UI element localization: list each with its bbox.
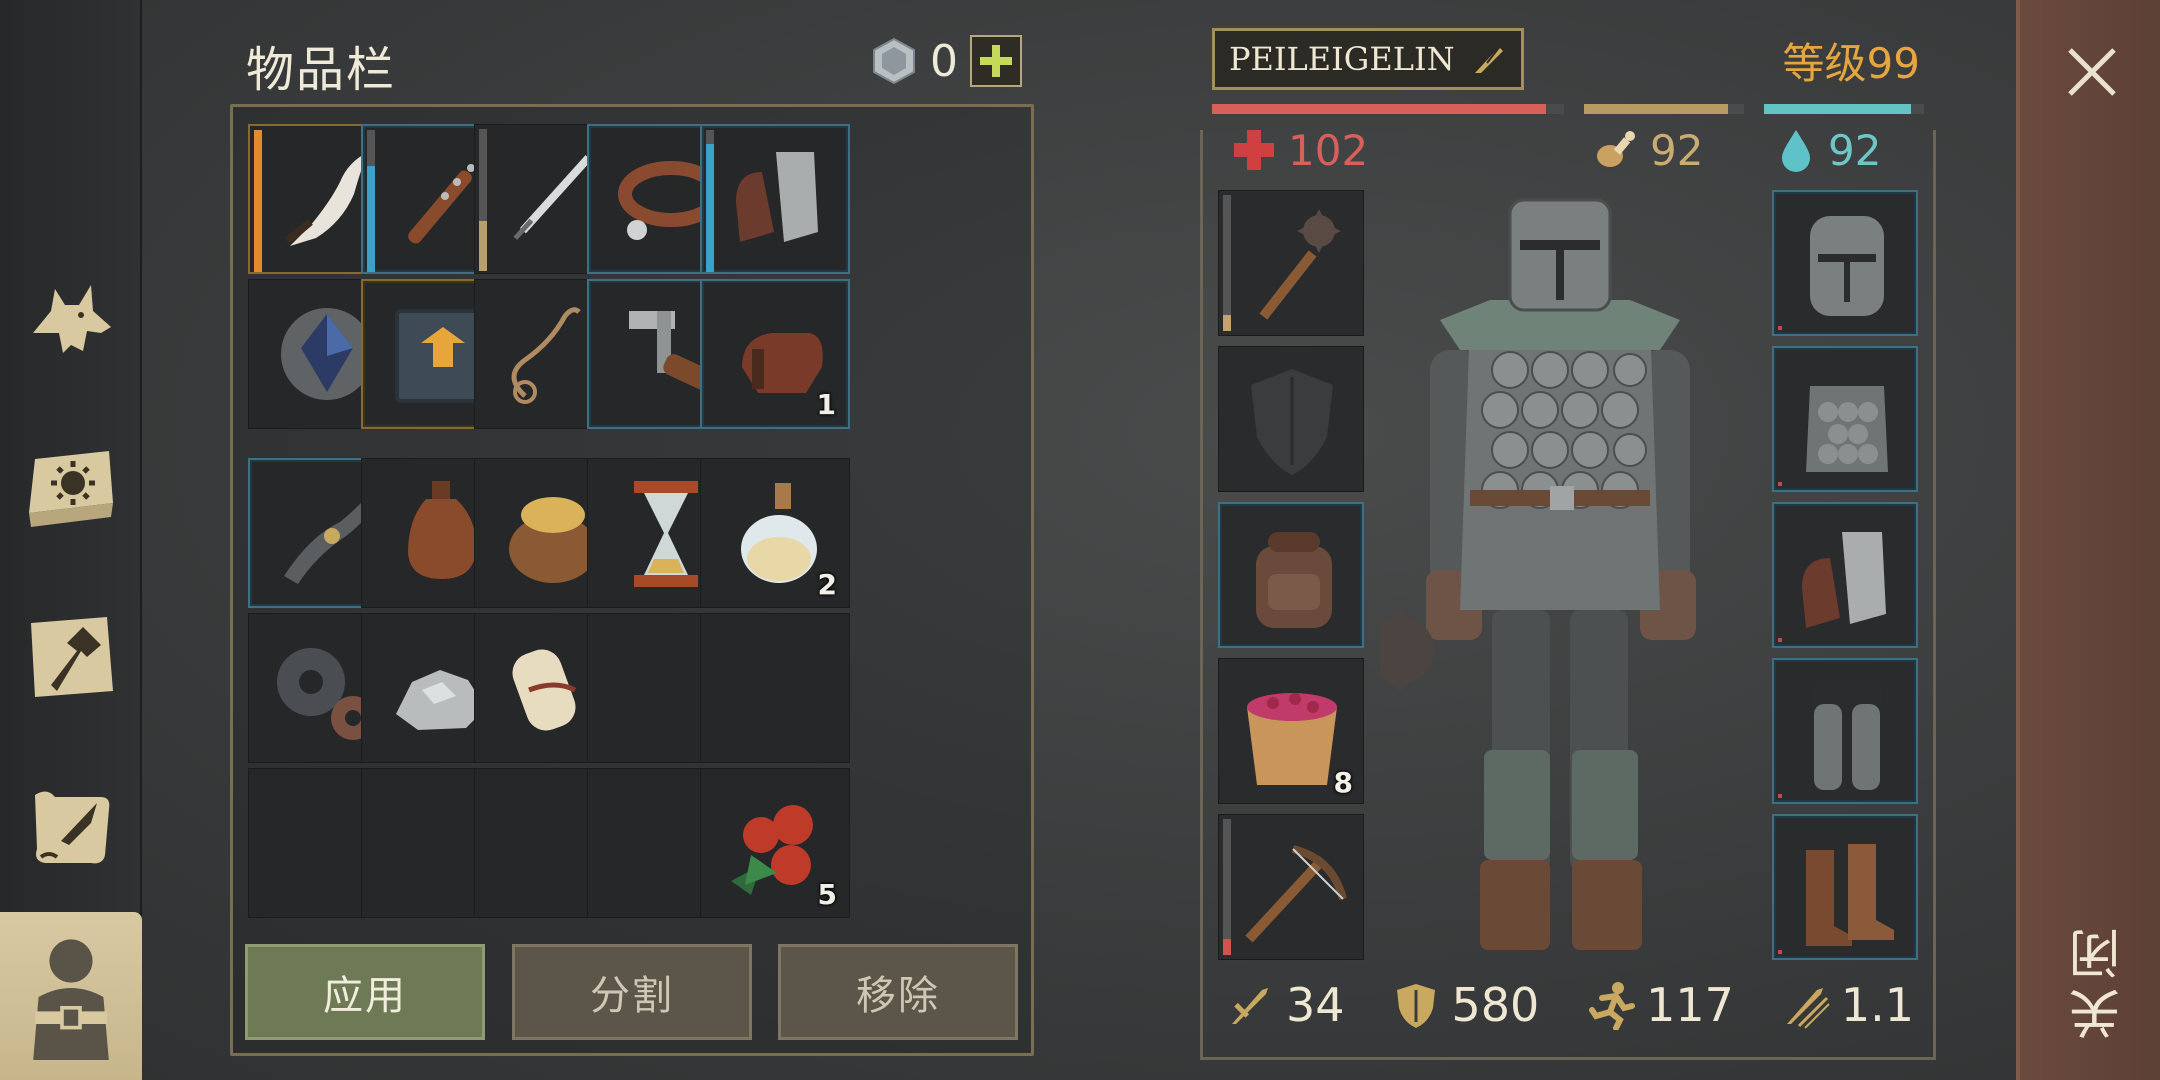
sword-icon xyxy=(1232,988,1268,1024)
character-icon xyxy=(33,939,109,1060)
durability-bar xyxy=(367,130,375,272)
equipment-slot-backpack[interactable] xyxy=(1218,502,1364,648)
equipment-slot-mace[interactable] xyxy=(1218,190,1364,336)
crossbow-icon xyxy=(1245,845,1347,943)
close-label[interactable]: 关闭 xyxy=(2062,920,2130,1040)
gem-count-value: 0 xyxy=(930,35,958,87)
equipment-slot-shield-placeholder[interactable] xyxy=(1218,346,1364,492)
crit-value: 1.1 xyxy=(1840,978,1914,1032)
inventory-slot-berries[interactable]: 5 xyxy=(700,768,850,918)
durability-bar xyxy=(1223,819,1231,955)
mace-icon xyxy=(1259,209,1341,320)
gem-counter: 0 xyxy=(870,35,1022,87)
backpack-icon xyxy=(1256,532,1332,628)
nav-quests-button[interactable] xyxy=(10,764,132,886)
item-quantity: 1 xyxy=(816,388,836,421)
quill-edit-icon xyxy=(1474,44,1503,73)
scroll-quill-icon xyxy=(35,791,110,864)
speed-stat: 117 xyxy=(1586,978,1734,1032)
item-quantity: 5 xyxy=(817,878,837,911)
speed-value: 117 xyxy=(1646,978,1734,1032)
nav-inventory-button[interactable] xyxy=(0,912,142,1080)
nav-skills-button[interactable] xyxy=(10,428,132,550)
combat-stats-bar: 34 580 117 1.1 xyxy=(1210,970,1930,1040)
durability-indicator xyxy=(1778,326,1782,330)
inventory-title: 物品栏 xyxy=(246,42,397,98)
plate-gloves-icon xyxy=(1802,532,1886,628)
equipment-slot-chain-leggings[interactable] xyxy=(1772,658,1918,804)
durability-indicator xyxy=(1778,794,1782,798)
durability-bar xyxy=(254,130,262,272)
plus-icon xyxy=(980,45,1012,77)
scale-armor-icon xyxy=(1806,386,1888,472)
item-quantity: 2 xyxy=(817,568,837,601)
character-model xyxy=(1380,198,1696,950)
shield-icon xyxy=(1397,984,1436,1028)
attack-stat: 34 xyxy=(1226,978,1345,1032)
chainmail-gloves-icon xyxy=(736,152,818,242)
equipment-slot-scale-armor[interactable] xyxy=(1772,346,1918,492)
armor-value: 580 xyxy=(1451,978,1540,1032)
durability-bar xyxy=(479,129,487,271)
armor-stat: 580 xyxy=(1391,978,1539,1032)
inventory-slot-potion-flask[interactable]: 2 xyxy=(700,458,850,608)
gem-currency-icon xyxy=(873,37,915,85)
equipment-slot-plate-gloves[interactable] xyxy=(1772,502,1918,648)
split-button[interactable]: 分割 xyxy=(512,944,752,1040)
side-navigation xyxy=(0,0,142,1080)
sun-book-icon xyxy=(29,451,113,527)
remove-button[interactable]: 移除 xyxy=(778,944,1018,1040)
equipment-slot-leather-boots[interactable] xyxy=(1772,814,1918,960)
durability-bar xyxy=(706,130,714,272)
inventory-slot-chainmail-gloves[interactable] xyxy=(700,124,850,274)
chain-leggings-icon xyxy=(1812,684,1882,790)
attack-value: 34 xyxy=(1286,978,1345,1032)
equipment-slot-crossbow[interactable] xyxy=(1218,814,1364,960)
water-bar xyxy=(1764,104,1924,114)
equipment-slot-great-helm[interactable] xyxy=(1772,190,1918,336)
equipment-slot-berry-bucket[interactable]: 8 xyxy=(1218,658,1364,804)
apply-button[interactable]: 应用 xyxy=(245,944,485,1040)
wolf-icon xyxy=(33,285,111,353)
nav-pets-button[interactable] xyxy=(10,260,132,382)
health-bar xyxy=(1212,104,1564,114)
player-name-box[interactable]: PEILEIGELIN xyxy=(1212,28,1524,90)
player-name: PEILEIGELIN xyxy=(1229,40,1455,78)
running-figure-icon xyxy=(1589,982,1636,1030)
hammer-icon xyxy=(31,617,113,697)
slash-sword-icon xyxy=(1786,988,1830,1029)
great-helm-icon xyxy=(1810,216,1884,316)
inventory-slot-empty[interactable] xyxy=(700,613,850,763)
close-icon[interactable] xyxy=(2064,44,2120,100)
inventory-slot-saddle[interactable]: 1 xyxy=(700,279,850,429)
durability-bar xyxy=(1223,195,1231,331)
shield-placeholder-icon xyxy=(1251,369,1333,475)
add-gem-button[interactable] xyxy=(970,35,1022,87)
durability-indicator xyxy=(1778,950,1782,954)
leather-boots-icon xyxy=(1806,844,1894,946)
nav-crafting-button[interactable] xyxy=(10,596,132,718)
crit-stat: 1.1 xyxy=(1781,978,1914,1032)
durability-indicator xyxy=(1778,638,1782,642)
player-level: 等级99 xyxy=(1782,39,1920,88)
item-quantity: 8 xyxy=(1333,766,1353,799)
food-bar xyxy=(1584,104,1744,114)
close-panel[interactable]: 关闭 xyxy=(2016,0,2160,1080)
durability-indicator xyxy=(1778,482,1782,486)
